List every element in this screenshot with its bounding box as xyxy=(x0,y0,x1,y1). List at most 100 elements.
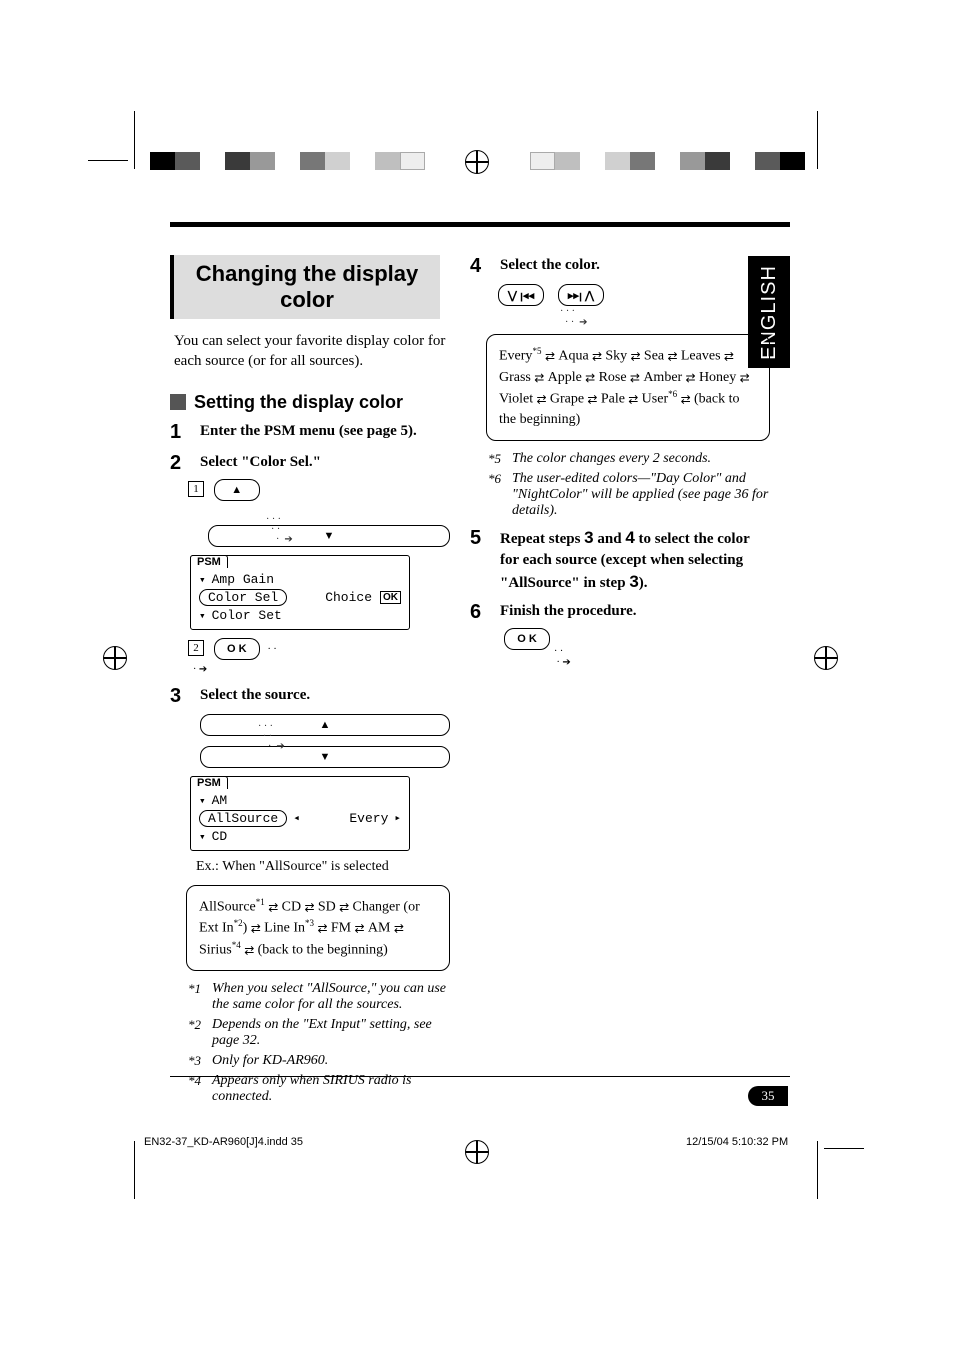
motion-dots-icon: · · · ➔ xyxy=(554,646,571,668)
crop-mark xyxy=(817,1141,818,1199)
crop-mark xyxy=(134,1141,135,1199)
step-text: Select the color. xyxy=(500,257,600,273)
ok-badge-icon: OK xyxy=(380,591,401,604)
crop-mark xyxy=(88,160,128,161)
footer-filename: EN32-37_KD-AR960[J]4.indd 35 xyxy=(144,1136,303,1148)
step-6: 6 Finish the procedure. xyxy=(470,601,770,624)
lcd-selected-row: Color Sel xyxy=(199,589,287,606)
lcd-value: Every xyxy=(349,811,388,826)
source-cycle-box: AllSource*1 ⇄ CD ⇄ SD ⇄ Changer (or Ext … xyxy=(186,885,450,972)
step-1: 1 Enter the PSM menu (see page 5). xyxy=(170,421,450,444)
color-cycle-box: Every*5 ⇄ Aqua ⇄ Sky ⇄ Sea ⇄ Leaves ⇄ Gr… xyxy=(486,334,770,441)
sub-step-number: 1 xyxy=(188,481,204,497)
next-button[interactable]: ▸▸ꞁ ⋀ xyxy=(558,284,604,306)
page-footer-rule xyxy=(170,1076,790,1077)
footnote-tag: *3 xyxy=(188,1053,206,1069)
lcd-row: CD xyxy=(212,829,228,844)
ok-button[interactable]: O K xyxy=(504,628,550,650)
right-column: 4 Select the color. ⋁ ꞁ◂◂ ▸▸ꞁ ⋀ · · · · … xyxy=(470,225,770,1113)
down-arrow-icon xyxy=(199,829,206,844)
left-arrow-icon: ◂ xyxy=(293,811,300,825)
page-number: 35 xyxy=(748,1086,788,1106)
footnote-text: When you select "AllSource," you can use… xyxy=(212,981,450,1013)
registration-mark xyxy=(465,150,489,174)
footnote-tag: *6 xyxy=(488,471,506,519)
lcd-row: Color Set xyxy=(212,608,282,623)
left-column: Changing the display color You can selec… xyxy=(170,225,450,1113)
footnotes-left: *1When you select "AllSource," you can u… xyxy=(188,981,450,1105)
footnote-text: The user-edited colors—"Day Color" and "… xyxy=(512,471,770,519)
crop-mark xyxy=(824,1148,864,1149)
step-text: Finish the procedure. xyxy=(500,603,637,619)
square-bullet-icon xyxy=(170,394,186,410)
footnote-tag: *2 xyxy=(188,1017,206,1049)
footnote-tag: *4 xyxy=(188,1073,206,1105)
footnote-ref: *6 xyxy=(668,389,677,399)
footnote-text: Appears only when SIRIUS radio is connec… xyxy=(212,1073,450,1105)
down-arrow-icon xyxy=(199,608,206,623)
step-text: Enter the PSM menu (see page 5). xyxy=(200,423,417,439)
crop-mark xyxy=(817,111,818,169)
footer-timestamp: 12/15/04 5:10:32 PM xyxy=(686,1136,788,1148)
step-number: 2 xyxy=(170,452,190,475)
footnote-text: The color changes every 2 seconds. xyxy=(512,451,711,467)
footnote-tag: *5 xyxy=(488,451,506,467)
lcd-row: Amp Gain xyxy=(212,572,274,587)
up-button[interactable]: ▲ xyxy=(214,479,260,501)
step-text: Select "Color Sel." xyxy=(200,454,321,470)
example-caption: Ex.: When "AllSource" is selected xyxy=(196,859,450,875)
step-number: 3 xyxy=(170,685,190,708)
step-ref: 4 xyxy=(625,528,634,547)
registration-mark xyxy=(465,1140,489,1164)
footnote-text: Only for KD-AR960. xyxy=(212,1053,328,1069)
motion-dots-icon: · · · · · · ➔ xyxy=(258,722,285,752)
down-button[interactable]: ▼ xyxy=(208,525,450,547)
subheading-text: Setting the display color xyxy=(194,392,403,413)
color-bar xyxy=(530,152,805,170)
step-text-part: and xyxy=(594,531,626,547)
lcd-selected-row: AllSource xyxy=(199,810,287,827)
step-ref: 3 xyxy=(584,528,593,547)
lcd-row: AM xyxy=(212,793,228,808)
up-button[interactable]: ▲ xyxy=(200,714,450,736)
subheading: Setting the display color xyxy=(170,392,450,413)
lcd-display: PSM Amp Gain Color Sel Choice OK Color S… xyxy=(190,555,410,630)
step-4: 4 Select the color. xyxy=(470,255,770,278)
step-text-part: ). xyxy=(639,575,648,591)
ok-button[interactable]: O K xyxy=(214,638,260,660)
psm-tab: PSM xyxy=(190,776,228,789)
footnote-ref: *3 xyxy=(305,918,314,928)
footnote-ref: *4 xyxy=(232,940,241,950)
down-arrow-icon xyxy=(199,793,206,808)
footnote-text: Depends on the "Ext Input" setting, see … xyxy=(212,1017,450,1049)
footnote-ref: *1 xyxy=(256,897,265,907)
step-number: 1 xyxy=(170,421,190,444)
psm-tab: PSM xyxy=(190,555,228,568)
footnote-ref: *5 xyxy=(532,346,541,356)
step-5: 5 Repeat steps 3 and 4 to select the col… xyxy=(470,527,770,593)
step-text: Select the source. xyxy=(200,687,310,703)
footnote-tag: *1 xyxy=(188,981,206,1013)
step-text-part: Repeat steps xyxy=(500,531,584,547)
step-2: 2 Select "Color Sel." xyxy=(170,452,450,475)
down-button[interactable]: ▼ xyxy=(200,746,450,768)
footnote-ref: *2 xyxy=(234,918,243,928)
registration-mark xyxy=(814,646,838,670)
step-ref: 3 xyxy=(629,572,638,591)
page-title: Changing the display color xyxy=(170,255,440,319)
lcd-display: PSM AM AllSource ◂ Every ▸ CD xyxy=(190,776,410,851)
right-arrow-icon: ▸ xyxy=(394,811,401,825)
prev-button[interactable]: ⋁ ꞁ◂◂ xyxy=(498,284,544,306)
motion-dots-icon: · · · · · ➔ xyxy=(560,306,588,328)
sub-step-number: 2 xyxy=(188,640,204,656)
down-arrow-icon xyxy=(199,572,206,587)
step-number: 6 xyxy=(470,601,490,624)
step-number: 4 xyxy=(470,255,490,278)
cycle-icon: ⇄ xyxy=(268,900,281,914)
registration-mark xyxy=(103,646,127,670)
lcd-choice-label: Choice xyxy=(325,590,372,605)
step-number: 5 xyxy=(470,527,490,550)
source-item: AllSource xyxy=(199,899,256,914)
color-bar xyxy=(150,152,425,170)
crop-mark xyxy=(134,111,135,169)
